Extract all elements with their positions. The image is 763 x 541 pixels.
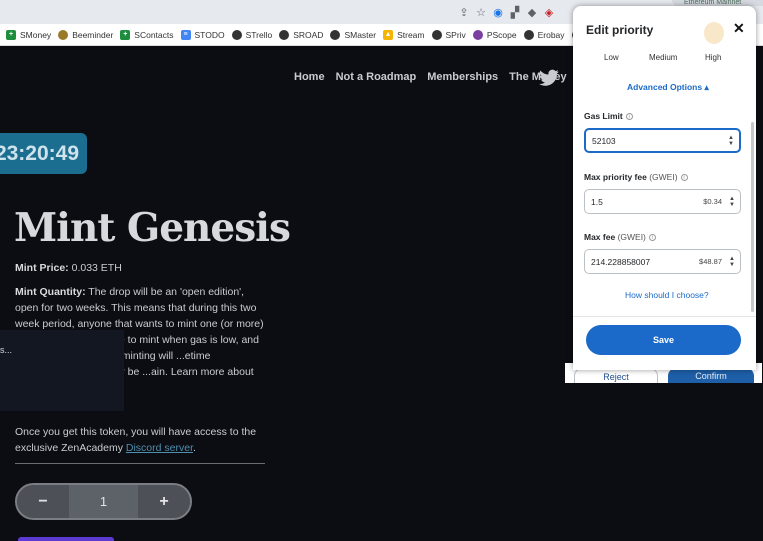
bookmark-item[interactable]: + SMoney — [6, 29, 52, 40]
notion-icon — [431, 29, 442, 40]
notion-icon — [523, 29, 534, 40]
divider — [573, 316, 756, 317]
quantity-stepper: − 1 + — [15, 483, 192, 520]
star-icon[interactable]: ☆ — [473, 5, 489, 19]
mint-button[interactable] — [18, 537, 114, 541]
nav-roadmap[interactable]: Not a Roadmap — [336, 71, 417, 83]
popup-title: Edit priority — [586, 23, 654, 37]
bookmark-item[interactable]: SPriv — [431, 29, 466, 40]
bookmark-item[interactable]: ≡ STODO — [180, 29, 225, 40]
max-fee-label-text: Max fee — [584, 232, 616, 242]
bookmark-item[interactable]: Beeminder — [58, 29, 114, 40]
quantity-value[interactable]: 1 — [69, 485, 138, 518]
mint-price: Mint Price: 0.033 ETH — [15, 262, 122, 274]
metamask-icon[interactable]: ◆ — [524, 5, 540, 19]
reject-button[interactable]: Reject — [574, 368, 658, 383]
bookmark-item[interactable]: SROAD — [279, 29, 324, 40]
stepper-arrows-icon[interactable]: ▲ ▼ — [729, 256, 735, 268]
site-nav: Home Not a Roadmap Memberships The Money — [294, 71, 567, 83]
divider — [15, 463, 265, 464]
stepper-arrows-icon[interactable]: ▲ ▼ — [729, 196, 735, 208]
nav-memberships[interactable]: Memberships — [427, 71, 498, 83]
bookmark-label: STODO — [194, 29, 225, 40]
edit-priority-popup: Edit priority ✕ Low Medium High Advanced… — [573, 6, 756, 370]
info-icon[interactable]: i — [680, 174, 688, 182]
sheets-icon: + — [6, 29, 16, 40]
bookmark-label: PScope — [486, 29, 517, 40]
max-fee-input[interactable]: 214.228858007 $48.87 ▲ ▼ — [584, 249, 741, 274]
increment-button[interactable]: + — [138, 485, 190, 518]
level-medium[interactable]: Medium — [649, 53, 677, 62]
decrement-button[interactable]: − — [17, 485, 69, 518]
stepper-arrows-icon[interactable]: ▲ ▼ — [728, 135, 734, 147]
bookmark-item[interactable]: PScope — [472, 29, 517, 40]
confirm-button[interactable]: Confirm — [668, 368, 754, 383]
level-low[interactable]: Low — [604, 53, 619, 62]
max-fee-value: 214.228858007 — [591, 256, 651, 267]
bookmark-label: SMaster — [344, 29, 377, 40]
high-priority-emoji-icon[interactable] — [704, 22, 724, 44]
bookmark-item[interactable]: ▲ Stream — [383, 29, 425, 40]
bookmark-label: SROAD — [293, 29, 324, 40]
bookmark-label: Erobay — [537, 29, 565, 40]
access-text: Once you get this token, you will have a… — [15, 424, 275, 456]
notion-icon — [279, 29, 290, 40]
bookmark-label: SMoney — [20, 29, 52, 40]
nav-home[interactable]: Home — [294, 71, 325, 83]
bookmark-item[interactable]: + SContacts — [120, 29, 174, 40]
max-fee-unit: (GWEI) — [617, 232, 646, 242]
access-period: . — [193, 442, 196, 454]
bookmark-item[interactable]: Erobay — [523, 29, 565, 40]
bookmark-label: SContacts — [134, 29, 174, 40]
bookmark-label: Beeminder — [72, 29, 114, 40]
discord-link[interactable]: Discord server — [126, 442, 193, 454]
max-fee-label: Max fee (GWEI) i — [584, 232, 656, 242]
bookmark-label: Stream — [397, 29, 425, 40]
sheets-icon: + — [120, 29, 131, 40]
extension-icon[interactable]: ◉ — [490, 5, 506, 19]
bookmark-label: STrello — [245, 29, 273, 40]
how-to-choose-link[interactable]: How should I choose? — [625, 290, 709, 300]
info-icon[interactable]: i — [625, 113, 633, 121]
gas-limit-label-text: Gas Limit — [584, 111, 623, 121]
bookmark-item[interactable]: SMaster — [330, 29, 377, 40]
max-priority-fee-fiat: $0.34 — [703, 197, 722, 206]
extension-icon[interactable]: ▞ — [507, 5, 523, 19]
max-priority-fee-value: 1.5 — [591, 196, 603, 207]
twitter-icon[interactable] — [539, 69, 559, 87]
max-fee-fiat: $48.87 — [699, 257, 722, 266]
close-icon[interactable]: ✕ — [733, 20, 745, 37]
share-icon[interactable]: ⇪ — [456, 5, 472, 19]
gas-limit-value: 52103 — [592, 135, 616, 146]
page-title: Mint Genesis — [14, 205, 291, 251]
bookmark-label: SPriv — [445, 29, 466, 40]
docs-icon: ≡ — [180, 29, 191, 40]
save-button[interactable]: Save — [586, 325, 741, 355]
beeminder-icon — [58, 29, 69, 40]
popup-scrollbar[interactable] — [751, 122, 754, 312]
max-priority-fee-unit: (GWEI) — [649, 172, 678, 182]
advanced-options-toggle[interactable]: Advanced Options ▴ — [627, 82, 709, 93]
gas-limit-label: Gas Limit i — [584, 111, 633, 121]
overlay-panel: s... — [0, 330, 124, 411]
pscope-icon — [472, 29, 483, 40]
notion-icon — [330, 29, 341, 40]
bookmark-item[interactable]: STrello — [231, 29, 273, 40]
shield-icon[interactable]: ◈ — [541, 5, 557, 19]
drive-icon: ▲ — [383, 29, 394, 40]
max-priority-fee-label-text: Max priority fee — [584, 172, 647, 182]
mint-price-label: Mint Price: — [15, 262, 69, 274]
gas-limit-input[interactable]: 52103 ▲ ▼ — [584, 128, 741, 153]
mint-quantity-label: Mint Quantity: — [15, 286, 86, 298]
info-icon[interactable]: i — [648, 234, 656, 242]
mint-price-value: 0.033 ETH — [68, 262, 122, 274]
extension-icons: ⇪ ☆ ◉ ▞ ◆ ◈ — [456, 5, 558, 19]
countdown-timer: 23:20:49 — [0, 133, 87, 174]
notion-icon — [231, 29, 242, 40]
max-priority-fee-label: Max priority fee (GWEI) i — [584, 172, 688, 182]
level-high[interactable]: High — [705, 53, 721, 62]
max-priority-fee-input[interactable]: 1.5 $0.34 ▲ ▼ — [584, 189, 741, 214]
